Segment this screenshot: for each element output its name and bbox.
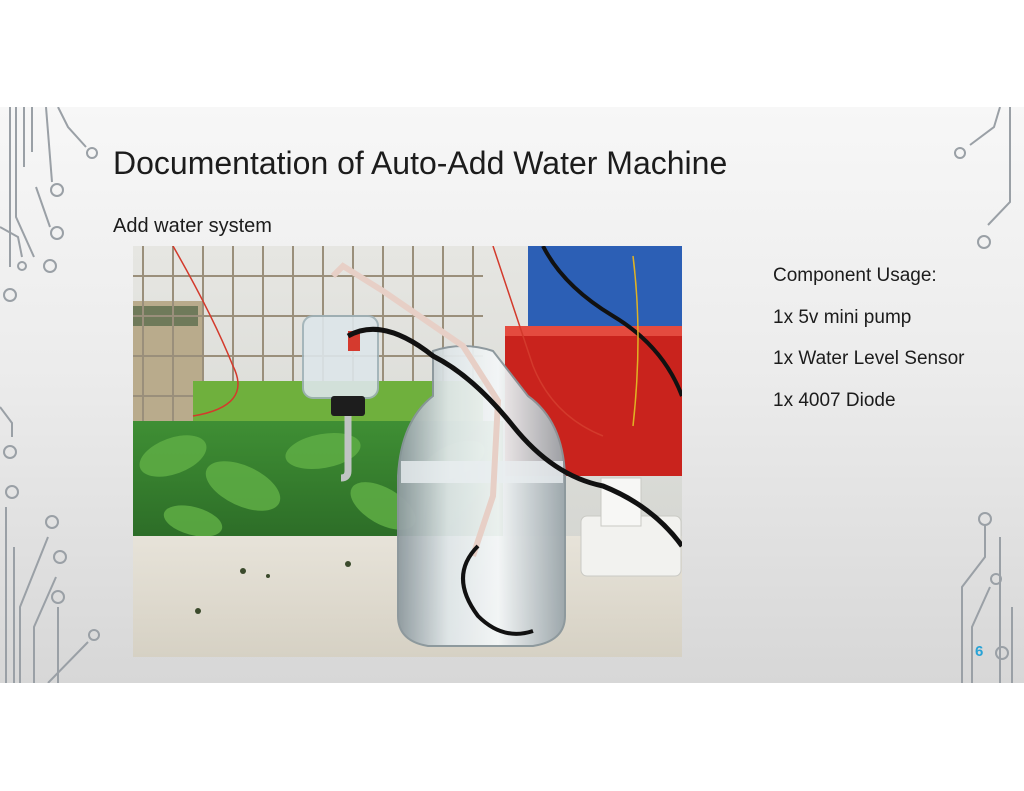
add-water-system-photo — [133, 246, 682, 657]
slide-subtitle: Add water system — [113, 215, 272, 237]
slide: Documentation of Auto-Add Water Machine … — [0, 107, 1024, 683]
component-item: 1x 4007 Diode — [773, 389, 896, 411]
component-usage-list: Component Usage: 1x 5v mini pump 1x Wate… — [773, 265, 965, 431]
page-number: 6 — [975, 643, 984, 660]
component-usage-heading: Component Usage: — [773, 265, 937, 286]
component-item: 1x 5v mini pump — [773, 306, 912, 328]
slide-title: Documentation of Auto-Add Water Machine — [113, 145, 728, 181]
component-item: 1x Water Level Sensor — [773, 348, 965, 369]
